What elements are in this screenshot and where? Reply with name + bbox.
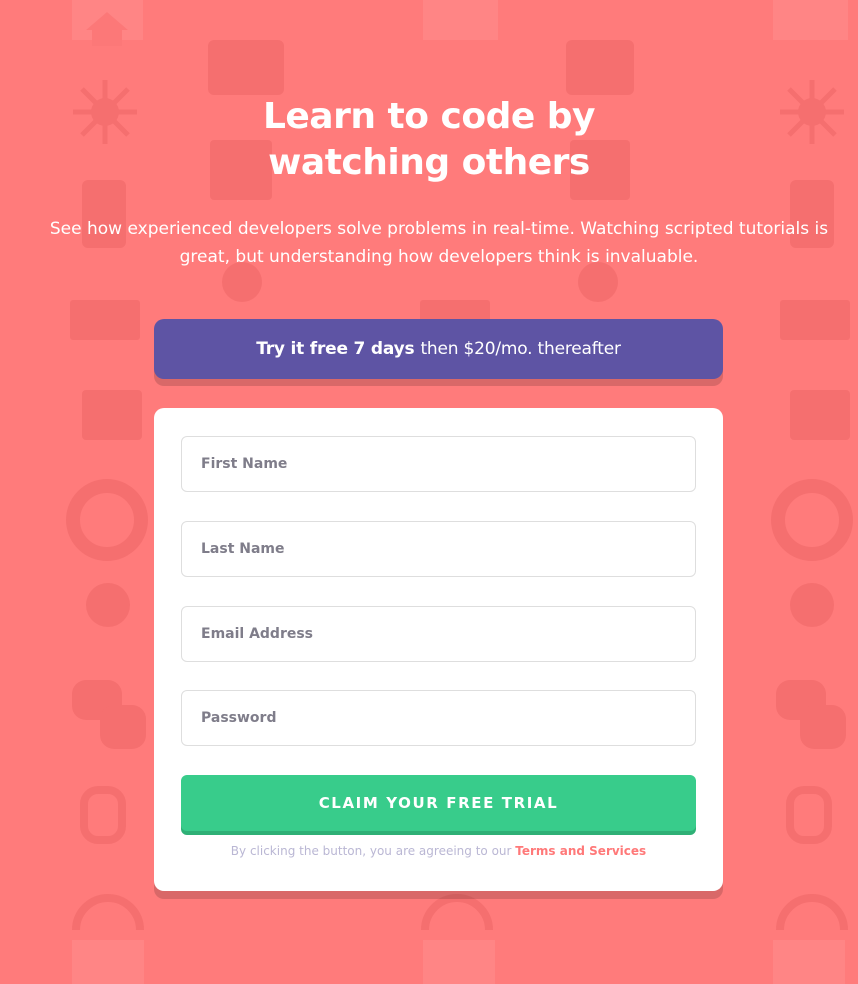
email-input[interactable] [181,606,696,662]
intro-text: See how experienced developers solve pro… [49,219,829,267]
page: Learn to code by watching others See how… [0,0,858,984]
promo-bold: Try it free 7 days [256,339,415,359]
claim-trial-button[interactable]: CLAIM YOUR FREE TRIAL [181,775,696,831]
terms-link[interactable]: Terms and Services [515,844,646,858]
page-title: Learn to code by watching others [0,94,858,186]
password-input[interactable] [181,690,696,746]
title-line-1: Learn to code by [262,96,596,137]
promo-banner: Try it free 7 days then $20/mo. thereaft… [154,319,723,379]
signup-form: CLAIM YOUR FREE TRIAL By clicking the bu… [154,408,723,891]
title-line-2: watching others [268,142,590,183]
last-name-input[interactable] [181,521,696,577]
terms-text: By clicking the button, you are agreeing… [230,844,512,858]
promo-text: then $20/mo. thereafter [420,339,621,359]
terms-note: By clicking the button, you are agreeing… [154,844,723,858]
first-name-input[interactable] [181,436,696,492]
